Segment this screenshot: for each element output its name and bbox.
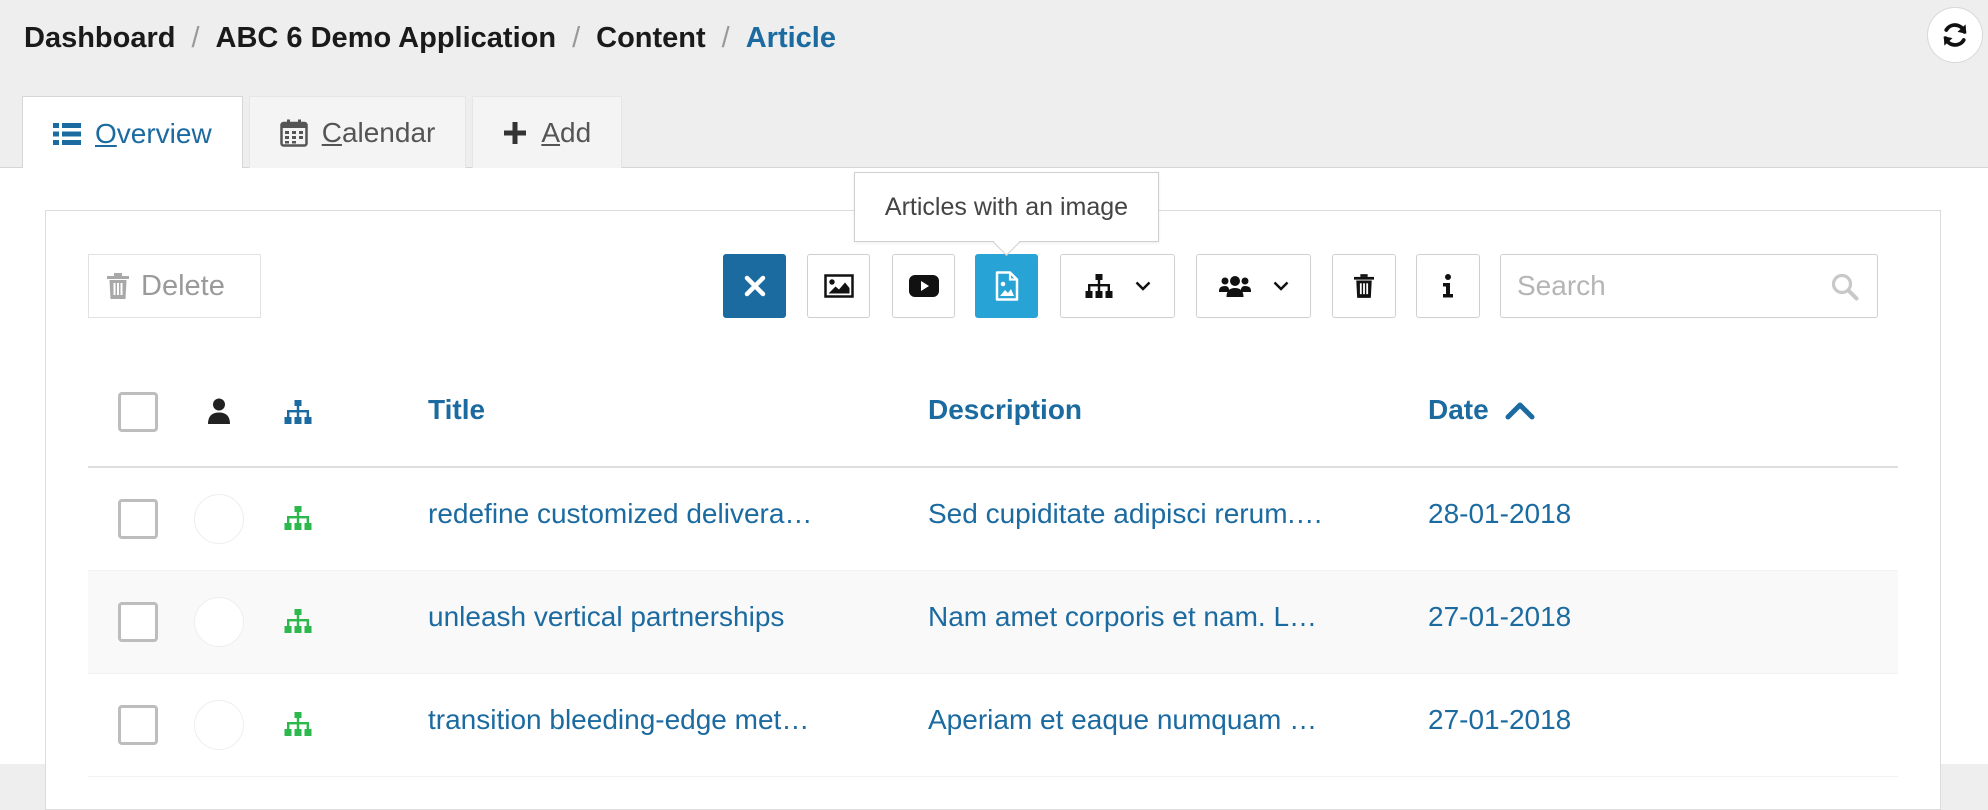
youtube-icon	[908, 275, 939, 297]
column-header-title[interactable]: Title	[428, 394, 485, 426]
structure-filter-dropdown[interactable]	[1060, 254, 1175, 318]
search-box	[1500, 254, 1878, 318]
top-bar: Dashboard / ABC 6 Demo Application / Con…	[0, 0, 1988, 170]
delete-button[interactable]: Delete	[88, 254, 261, 318]
article-image-filter-button[interactable]	[975, 254, 1038, 318]
breadcrumb-application[interactable]: ABC 6 Demo Application	[216, 22, 557, 55]
row-date: 28-01-2018	[1428, 498, 1572, 529]
article-table: Title Description Date redefine customiz…	[88, 366, 1898, 777]
refresh-button[interactable]	[1927, 7, 1983, 63]
sort-ascending-icon	[1505, 400, 1535, 420]
sitemap-icon	[1085, 274, 1113, 298]
column-header-description[interactable]: Description	[928, 394, 1082, 426]
breadcrumb-dashboard[interactable]: Dashboard	[24, 22, 175, 55]
calendar-icon	[279, 119, 308, 147]
delete-button-label: Delete	[141, 269, 225, 302]
info-button[interactable]	[1416, 254, 1480, 318]
row-title[interactable]: redefine customized delivera…	[428, 498, 812, 530]
video-filter-button[interactable]	[892, 254, 955, 318]
trash-icon	[1354, 274, 1374, 298]
info-icon	[1442, 274, 1454, 298]
trash-icon	[107, 273, 129, 299]
chevron-down-icon	[1135, 281, 1151, 291]
plus-icon	[503, 121, 527, 145]
chevron-down-icon	[1273, 281, 1289, 291]
select-all-checkbox[interactable]	[118, 392, 158, 432]
table-header: Title Description Date	[88, 366, 1898, 468]
user-group-filter-dropdown[interactable]	[1196, 254, 1311, 318]
sitemap-icon	[284, 712, 312, 736]
clear-filter-button[interactable]	[723, 254, 786, 318]
image-icon	[823, 274, 854, 298]
avatar	[194, 700, 244, 750]
row-description: Sed cupiditate adipisci rerum.…	[928, 498, 1324, 529]
tab-add[interactable]: Add	[472, 96, 623, 168]
row-checkbox[interactable]	[118, 705, 158, 745]
row-title[interactable]: transition bleeding-edge met…	[428, 704, 809, 736]
sitemap-icon	[284, 609, 312, 633]
tab-add-label: Add	[541, 116, 592, 148]
tab-overview-label: Overview	[95, 117, 212, 149]
column-header-date[interactable]: Date	[1428, 394, 1535, 426]
search-input[interactable]	[1501, 255, 1819, 317]
sitemap-icon	[284, 506, 312, 530]
column-header-date-label: Date	[1428, 394, 1489, 425]
tab-calendar[interactable]: Calendar	[248, 96, 467, 168]
avatar	[194, 597, 244, 647]
tab-overview[interactable]: Overview	[22, 96, 243, 170]
sitemap-icon	[284, 400, 312, 424]
breadcrumb-separator: /	[572, 22, 581, 54]
row-date: 27-01-2018	[1428, 601, 1572, 632]
table-row[interactable]: transition bleeding-edge met… Aperiam et…	[88, 674, 1898, 777]
breadcrumb: Dashboard / ABC 6 Demo Application / Con…	[24, 22, 836, 55]
row-checkbox[interactable]	[118, 499, 158, 539]
image-filter-button[interactable]	[807, 254, 870, 318]
breadcrumb-separator: /	[191, 22, 200, 54]
trash-filter-button[interactable]	[1332, 254, 1396, 318]
file-image-icon	[995, 271, 1019, 301]
close-icon	[744, 275, 766, 297]
row-date: 27-01-2018	[1428, 704, 1572, 735]
breadcrumb-content[interactable]: Content	[596, 22, 706, 55]
user-icon	[208, 398, 230, 424]
row-checkbox[interactable]	[118, 602, 158, 642]
refresh-icon	[1940, 20, 1970, 50]
avatar	[194, 494, 244, 544]
breadcrumb-separator: /	[721, 22, 730, 54]
filter-tooltip: Articles with an image	[854, 172, 1159, 242]
row-title[interactable]: unleash vertical partnerships	[428, 601, 784, 633]
breadcrumb-current: Article	[745, 22, 836, 54]
table-row[interactable]: redefine customized delivera… Sed cupidi…	[88, 468, 1898, 571]
tab-calendar-label: Calendar	[321, 116, 436, 148]
tab-bar: Overview Calendar Add	[22, 96, 628, 170]
table-row[interactable]: unleash vertical partnerships Nam amet c…	[88, 571, 1898, 674]
list-icon	[53, 122, 81, 146]
users-icon	[1218, 274, 1251, 298]
row-description: Nam amet corporis et nam. L…	[928, 601, 1318, 632]
search-icon[interactable]	[1831, 273, 1859, 301]
row-description: Aperiam et eaque numquam …	[928, 704, 1318, 735]
